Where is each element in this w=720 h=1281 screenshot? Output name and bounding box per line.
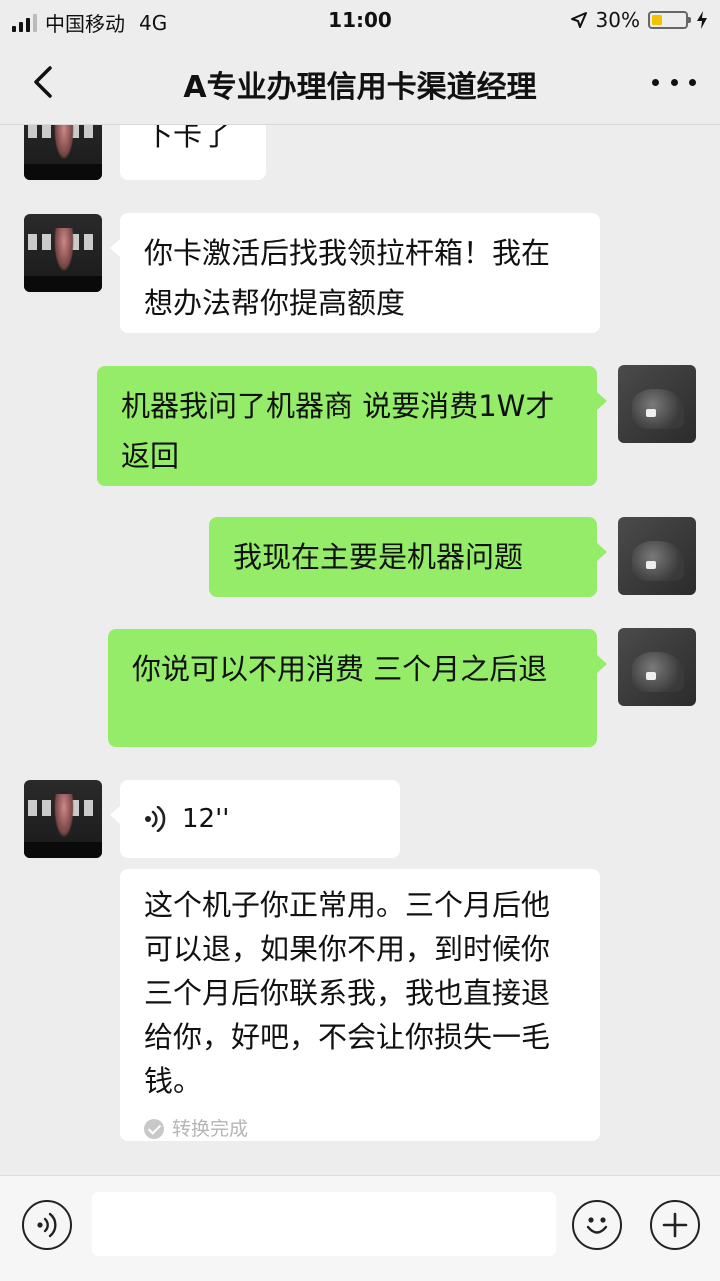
message-bubble[interactable]: 下卡了 [120, 125, 266, 180]
contact-avatar[interactable] [24, 125, 102, 180]
input-bar [0, 1175, 720, 1281]
message-text: 我现在主要是机器问题 [233, 540, 524, 574]
message-text: 你卡激活后找我领拉杆箱！我在想办法帮你提高额度 [144, 236, 551, 320]
message-bubble[interactable]: 你说可以不用消费 三个月之后退 [108, 629, 607, 747]
emoji-icon[interactable] [572, 1200, 622, 1250]
transcription-status: 转换完成 [144, 1115, 576, 1143]
transcription-status-label: 转换完成 [172, 1118, 249, 1140]
location-arrow-icon [570, 12, 587, 28]
voice-wave-icon [145, 806, 166, 832]
message-text: 下卡了 [144, 125, 232, 152]
message-text: 你说可以不用消费 三个月之后退 [132, 652, 548, 686]
transcription-text: 这个机子你正常用。三个月后他可以退，如果你不用，到时候你三个月后你联系我，我也直… [144, 888, 551, 1098]
contact-avatar[interactable] [24, 214, 102, 292]
chat-title: A专业办理信用卡渠道经理 [183, 70, 537, 105]
voice-duration: 12'' [182, 804, 230, 834]
check-circle-icon [144, 1119, 164, 1139]
voice-message[interactable]: 12'' [110, 780, 400, 858]
message-text: 机器我问了机器商 说要消费1W才返回 [121, 389, 555, 473]
message-input[interactable] [92, 1192, 556, 1256]
chevron-left-icon[interactable] [24, 62, 64, 102]
battery-fill [652, 15, 662, 25]
message-bubble[interactable]: 你卡激活后找我领拉杆箱！我在想办法帮你提高额度 [110, 213, 600, 333]
message-list[interactable]: 下卡了 你卡激活后找我领拉杆箱！我在想办法帮你提高额度 机器我问了机器商 说要消… [0, 125, 720, 1175]
my-avatar[interactable] [618, 628, 696, 706]
charging-bolt-icon [697, 11, 707, 29]
my-avatar[interactable] [618, 365, 696, 443]
contact-avatar[interactable] [24, 780, 102, 858]
message-bubble[interactable]: 机器我问了机器商 说要消费1W才返回 [97, 366, 607, 486]
my-avatar[interactable] [618, 517, 696, 595]
more-dots-icon[interactable] [652, 66, 696, 98]
chat-header: A专业办理信用卡渠道经理 [0, 40, 720, 125]
battery-percent: 30% [595, 8, 640, 32]
status-bar: 中国移动 4G 11:00 30% [0, 0, 720, 40]
plus-icon[interactable] [650, 1200, 700, 1250]
status-right: 30% [570, 8, 708, 32]
battery-icon [648, 11, 691, 29]
message-bubble[interactable]: 我现在主要是机器问题 [209, 517, 607, 597]
voice-mode-icon[interactable] [22, 1200, 72, 1250]
transcription-bubble[interactable]: 这个机子你正常用。三个月后他可以退，如果你不用，到时候你三个月后你联系我，我也直… [120, 869, 600, 1141]
